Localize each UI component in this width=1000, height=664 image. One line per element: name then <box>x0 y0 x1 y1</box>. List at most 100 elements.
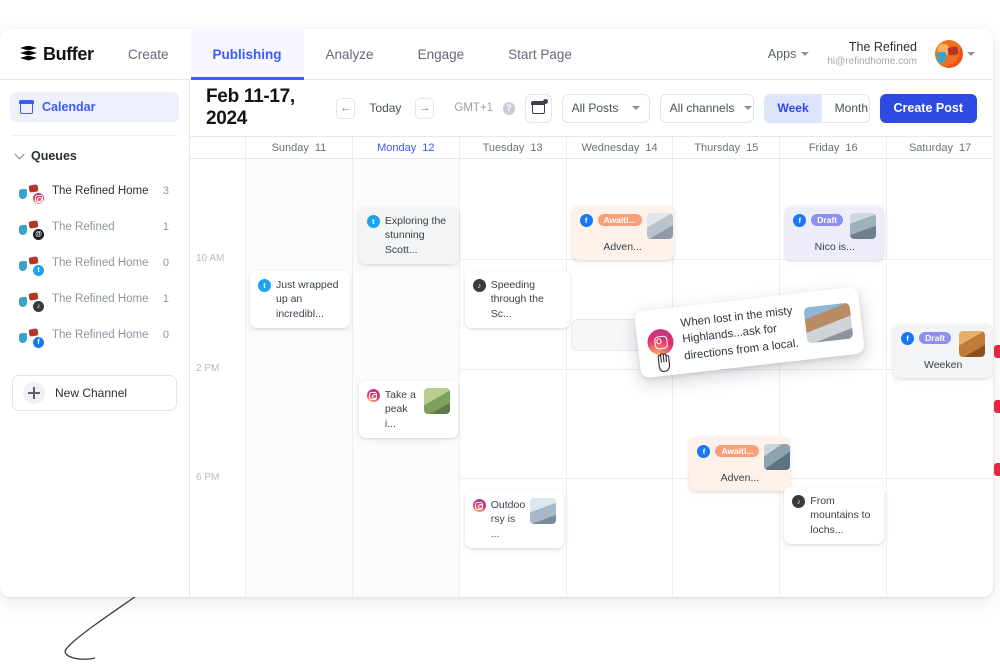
channels-filter-dropdown[interactable]: All channels <box>659 93 754 123</box>
apps-menu-button[interactable]: Apps <box>768 47 810 61</box>
day-header-thursday[interactable]: Thursday 15 <box>673 137 781 158</box>
day-number: 14 <box>645 141 658 154</box>
channel-list: The Refined Home 3 @ The Refined 1 t The… <box>0 171 189 353</box>
channel-name: The Refined Home <box>52 293 149 305</box>
nav-tab-start-page[interactable]: Start Page <box>486 29 594 79</box>
channel-avatar <box>18 179 45 205</box>
day-name: Saturday <box>908 141 953 154</box>
nav-tab-publishing[interactable]: Publishing <box>190 29 304 80</box>
day-header-tuesday[interactable]: Tuesday 13 <box>460 137 567 158</box>
post-card[interactable]: t Exploring the stunning Scott... <box>358 207 459 265</box>
facebook-icon: f <box>579 214 593 227</box>
day-column-wednesday[interactable]: f Awaiti... Adven... <box>567 159 675 597</box>
view-week-button[interactable]: Week <box>764 94 822 122</box>
posts-filter-dropdown[interactable]: All Posts <box>561 93 650 123</box>
post-card[interactable]: f Awaiti... Adven... <box>689 437 791 491</box>
time-label-6pm: 6 PM <box>196 472 220 483</box>
sidebar-channel-tiktok[interactable]: ♪ The Refined Home 1 <box>0 281 189 317</box>
calendar-toolbar: Feb 11-17, 2024 ← Today → GMT+1 ? All Po… <box>190 80 993 136</box>
sidebar-item-calendar[interactable]: Calendar <box>10 92 179 122</box>
day-column-friday[interactable]: f Draft Nico is... ♪ From mountains to l… <box>780 159 888 597</box>
app-window: Buffer Create Publishing Analyze Engage … <box>0 29 993 597</box>
post-card[interactable]: ♪ Speeding through the Sc... <box>464 271 570 329</box>
day-number: 11 <box>314 141 327 154</box>
sidebar-channel-twitter[interactable]: t The Refined Home 0 <box>0 245 189 281</box>
day-column-tuesday[interactable]: ♪ Speeding through the Sc... Outdoo rsy … <box>460 159 570 597</box>
facebook-icon: f <box>697 445 711 458</box>
post-text: Adven... <box>720 472 760 484</box>
today-button[interactable]: Today <box>365 101 405 115</box>
post-thumbnail <box>803 302 854 344</box>
post-card[interactable]: Take a peak i... <box>358 381 458 439</box>
day-header-monday[interactable]: Monday 12 <box>353 137 460 158</box>
post-text: Weeken <box>923 359 963 371</box>
dragging-post-text: When lost in the misty Highlands...ask f… <box>680 303 800 365</box>
edge-marker <box>994 463 1000 476</box>
post-card[interactable]: t Just wrapped up an incredibl... <box>250 271 350 329</box>
sidebar-channel-threads[interactable]: @ The Refined 1 <box>0 209 189 245</box>
day-header-sunday[interactable]: Sunday 11 <box>246 137 353 158</box>
nav-tab-engage[interactable]: Engage <box>396 29 487 79</box>
day-column-saturday[interactable]: f Draft Weeken <box>887 159 993 597</box>
main-panel: Feb 11-17, 2024 ← Today → GMT+1 ? All Po… <box>190 80 993 597</box>
post-text: Outdoo rsy is ... <box>490 499 526 540</box>
brand-logo[interactable]: Buffer <box>0 29 106 79</box>
view-month-button[interactable]: Month <box>822 95 869 122</box>
brand-name: Buffer <box>43 43 94 64</box>
day-header-wednesday[interactable]: Wednesday 14 <box>567 137 674 158</box>
help-icon[interactable]: ? <box>503 101 515 115</box>
post-card[interactable]: f Draft Nico is... <box>785 206 885 260</box>
calendar-settings-icon <box>531 99 548 114</box>
twitter-icon: t <box>258 279 271 292</box>
facebook-icon: f <box>901 332 915 345</box>
twitter-icon: t <box>366 215 380 228</box>
day-column-monday[interactable]: t Exploring the stunning Scott... Take a… <box>352 159 460 597</box>
account-info[interactable]: The Refined hi@refindhome.com <box>827 40 917 68</box>
tiktok-icon: ♪ <box>32 300 45 313</box>
account-avatar-menu[interactable] <box>935 40 975 68</box>
sidebar-channel-facebook[interactable]: f The Refined Home 0 <box>0 317 189 353</box>
post-thumbnail <box>959 331 986 357</box>
calendar-columns: t Just wrapped up an incredibl... t Expl… <box>246 159 993 597</box>
time-gutter: 10 AM 2 PM 6 PM <box>190 159 246 597</box>
post-text: Nico is... <box>814 241 855 253</box>
next-week-button[interactable]: → <box>415 97 435 119</box>
avatar <box>935 40 963 68</box>
schedule-settings-button[interactable] <box>524 93 552 123</box>
create-post-button[interactable]: Create Post <box>879 93 977 123</box>
day-name: Tuesday <box>482 141 525 154</box>
sidebar-queues-header[interactable]: Queues <box>0 136 189 171</box>
post-card[interactable]: f Awaiti... Adven... <box>571 206 674 260</box>
sidebar-channel-instagram[interactable]: The Refined Home 3 <box>0 173 189 209</box>
new-channel-button[interactable]: New Channel <box>12 375 177 411</box>
day-number: 12 <box>422 141 435 154</box>
day-number: 13 <box>530 141 543 154</box>
posts-filter-value: All Posts <box>571 101 619 115</box>
nav-tab-create[interactable]: Create <box>106 29 191 79</box>
date-range-title: Feb 11-17, 2024 <box>206 86 295 129</box>
instagram-icon <box>366 389 380 402</box>
day-column-sunday[interactable]: t Just wrapped up an incredibl... <box>246 159 353 597</box>
channel-count: 1 <box>162 293 169 305</box>
instagram-icon <box>32 192 45 205</box>
channel-count: 3 <box>162 185 169 197</box>
nav-tab-analyze[interactable]: Analyze <box>304 29 396 79</box>
post-card[interactable]: f Draft Weeken <box>893 324 993 378</box>
tiktok-icon: ♪ <box>792 495 806 508</box>
channel-name: The Refined <box>52 221 115 233</box>
time-label-2pm: 2 PM <box>196 363 220 374</box>
post-card[interactable]: Outdoo rsy is ... <box>464 491 564 549</box>
day-name: Monday <box>377 141 417 154</box>
post-card[interactable]: ♪ From mountains to lochs... <box>784 487 885 545</box>
channel-avatar: ♪ <box>18 287 45 313</box>
previous-week-button[interactable]: ← <box>336 97 356 119</box>
day-header-friday[interactable]: Friday 16 <box>780 137 888 158</box>
post-thumbnail <box>530 498 557 524</box>
day-number: 16 <box>845 141 858 154</box>
threads-icon: @ <box>32 228 45 241</box>
post-thumbnail <box>423 388 450 414</box>
day-header-saturday[interactable]: Saturday 17 <box>887 137 993 158</box>
day-column-thursday[interactable]: f Awaiti... Adven... <box>673 159 791 597</box>
buffer-logo-icon <box>20 45 37 63</box>
grab-cursor-icon <box>657 353 671 373</box>
